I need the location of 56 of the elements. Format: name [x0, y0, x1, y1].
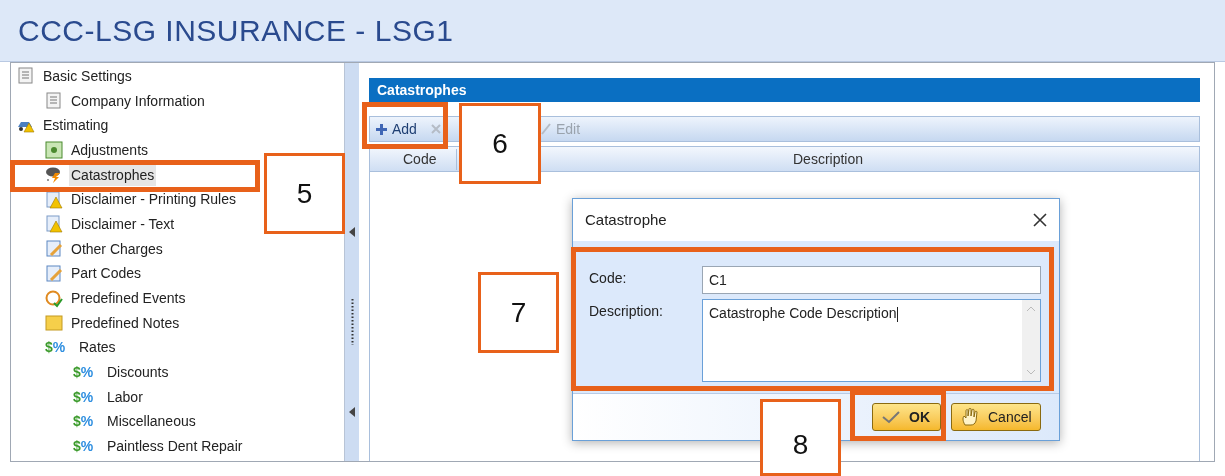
storm-cloud-icon [45, 166, 63, 185]
tree-item[interactable]: Part Codes [69, 263, 144, 285]
step-number: 6 [459, 103, 541, 184]
tree-item[interactable]: Paintless Dent Repair [105, 436, 245, 458]
tree-item[interactable]: Company Information [69, 90, 207, 112]
tree-item[interactable]: Other Charges [69, 238, 165, 260]
tree-item[interactable]: Labor [105, 386, 145, 408]
rates-symbol-icon: $% [73, 386, 99, 408]
cancel-button[interactable]: Cancel [951, 403, 1041, 431]
dialog-title: Catastrophe [585, 209, 667, 230]
step-number: 5 [264, 153, 345, 234]
warning-document-icon [45, 190, 63, 209]
rates-symbol-icon: $% [73, 411, 99, 433]
panel-header: Catastrophes [369, 78, 1200, 102]
close-icon [430, 124, 441, 134]
description-field[interactable]: Catastrophe Code Description [702, 299, 1041, 382]
column-header[interactable]: Description [793, 148, 863, 170]
pencil-icon [540, 123, 551, 135]
close-icon[interactable] [1033, 213, 1047, 227]
add-button[interactable]: Add [376, 118, 417, 140]
tree-item[interactable]: Estimating [41, 115, 111, 137]
rates-symbol-icon: $% [73, 362, 99, 384]
splitter-handle[interactable] [345, 63, 359, 461]
note-icon [45, 314, 63, 333]
tree-item[interactable]: Rates [77, 337, 118, 359]
ok-button[interactable]: OK [872, 403, 941, 431]
tree-item[interactable]: Predefined Events [69, 288, 188, 310]
scroll-up-icon[interactable] [1026, 306, 1036, 312]
tree-item[interactable]: Miscellaneous [105, 411, 198, 433]
document-icon [17, 67, 35, 86]
tree-item[interactable]: Basic Settings [41, 65, 134, 87]
scroll-down-icon[interactable] [1026, 369, 1036, 375]
rates-symbol-icon: $% [45, 337, 71, 359]
window-title: CCC-LSG INSURANCE - LSG1 [18, 13, 454, 49]
tree-item[interactable]: Discounts [105, 362, 171, 384]
pencil-document-icon [45, 264, 63, 283]
tree-item[interactable]: Disclaimer - Printing Rules [69, 189, 238, 211]
money-icon [45, 141, 63, 160]
code-field[interactable]: C1 [702, 266, 1041, 294]
clock-check-icon [45, 289, 63, 308]
warning-document-icon [45, 215, 63, 234]
step-number: 7 [478, 272, 559, 353]
tree-item[interactable]: Predefined Notes [69, 312, 182, 334]
field-label: Code: [589, 269, 628, 288]
hand-icon [960, 408, 980, 426]
column-header[interactable]: Code [403, 150, 437, 167]
step-number: 8 [760, 399, 841, 476]
tree-item[interactable]: Adjustments [69, 139, 151, 161]
pencil-document-icon [45, 240, 63, 259]
tree-item[interactable]: Catastrophes [69, 164, 157, 186]
field-label: Description: [589, 302, 664, 321]
checkmark-icon [881, 410, 901, 424]
plus-icon [376, 123, 387, 135]
document-icon [45, 92, 63, 111]
rates-symbol-icon: $% [73, 436, 99, 458]
tree-item[interactable]: Disclaimer - Text [69, 213, 177, 235]
